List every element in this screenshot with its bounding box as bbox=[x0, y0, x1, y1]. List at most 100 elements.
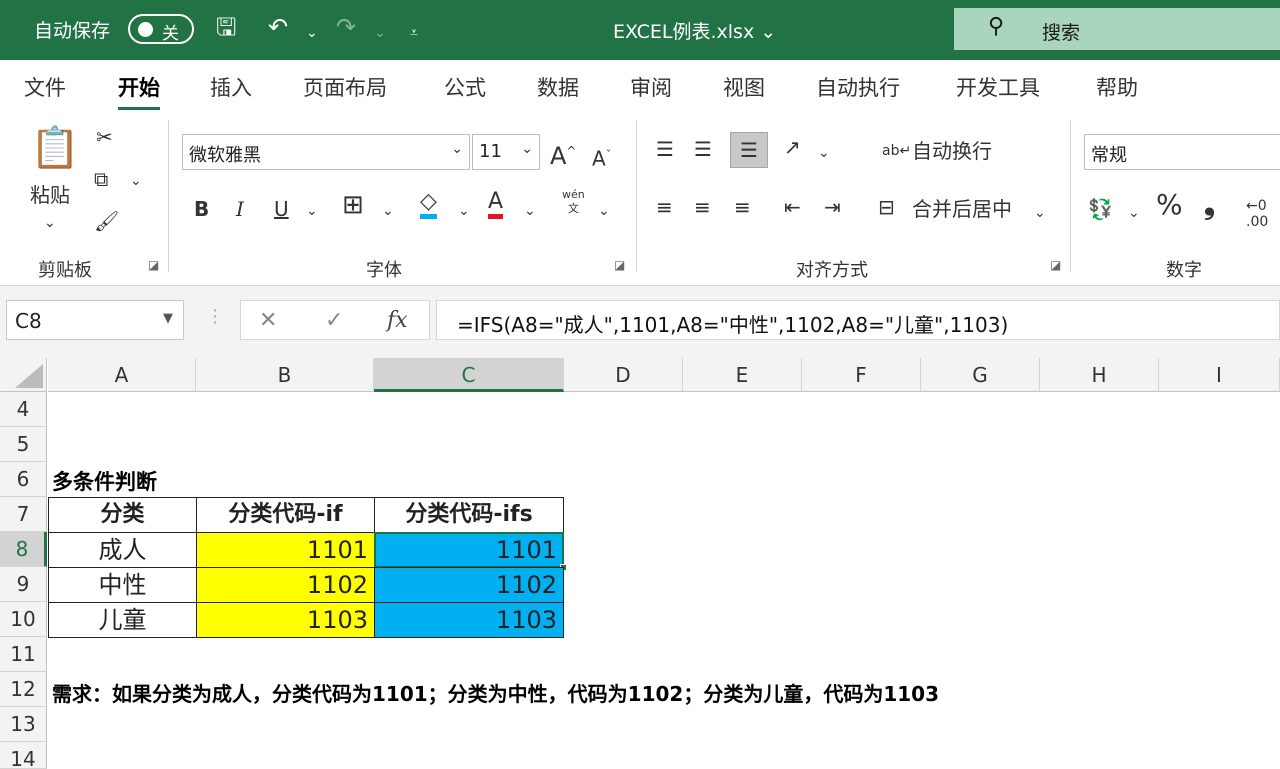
column-header-d[interactable]: D bbox=[564, 358, 683, 392]
row-header-10[interactable]: 10 bbox=[0, 602, 47, 637]
phonetic-dropdown-icon[interactable]: ⌄ bbox=[598, 198, 610, 224]
enter-icon[interactable]: ✓ bbox=[325, 308, 343, 333]
align-top-icon[interactable]: ☰ bbox=[656, 136, 674, 162]
cell-c9[interactable]: 1102 bbox=[374, 567, 564, 603]
fill-color-dropdown-icon[interactable]: ⌄ bbox=[458, 198, 470, 224]
merge-dropdown-icon[interactable]: ⌄ bbox=[1034, 200, 1046, 226]
column-header-e[interactable]: E bbox=[683, 358, 802, 392]
cell-a9[interactable]: 中性 bbox=[48, 567, 197, 603]
tab-formulas[interactable]: 公式 bbox=[444, 72, 486, 102]
file-name[interactable]: EXCEL例表.xlsx ⌄ bbox=[613, 17, 776, 44]
redo-dropdown-icon[interactable]: ⌄ bbox=[374, 18, 386, 48]
row-header-9[interactable]: 9 bbox=[0, 567, 47, 602]
table-header-ifs[interactable]: 分类代码-ifs bbox=[374, 497, 564, 533]
paste-icon[interactable]: 📋 bbox=[30, 126, 80, 170]
increase-font-icon[interactable]: A^ bbox=[550, 138, 576, 169]
row-header-12[interactable]: 12 bbox=[0, 672, 47, 707]
font-launcher-icon[interactable]: ◪ bbox=[614, 258, 625, 272]
increase-indent-icon[interactable]: ⇥ bbox=[824, 194, 841, 220]
align-left-icon[interactable]: ≡ bbox=[656, 194, 673, 220]
row-header-14[interactable]: 14 bbox=[0, 742, 47, 769]
clipboard-launcher-icon[interactable]: ◪ bbox=[148, 258, 159, 272]
wrap-text-icon[interactable]: ab↵ bbox=[882, 138, 911, 164]
search-box[interactable]: ⚲ 搜索 bbox=[954, 8, 1280, 50]
section-title[interactable]: 多条件判断 bbox=[52, 466, 157, 496]
decrease-indent-icon[interactable]: ⇤ bbox=[784, 194, 801, 220]
save-icon[interactable]: 🖫 bbox=[216, 12, 236, 42]
underline-button[interactable]: U bbox=[274, 196, 289, 222]
cell-b10[interactable]: 1103 bbox=[196, 602, 375, 638]
table-header-if[interactable]: 分类代码-if bbox=[196, 497, 375, 533]
tab-data[interactable]: 数据 bbox=[537, 72, 579, 102]
tab-developer[interactable]: 开发工具 bbox=[956, 72, 1040, 102]
select-all-button[interactable] bbox=[0, 358, 47, 392]
column-header-f[interactable]: F bbox=[802, 358, 921, 392]
merge-center-icon[interactable]: ⊟ bbox=[878, 194, 895, 220]
bold-button[interactable]: B bbox=[194, 196, 209, 222]
formula-input[interactable]: =IFS(A8="成人",1101,A8="中性",1102,A8="儿童",1… bbox=[436, 300, 1280, 340]
increase-decimal-icon[interactable]: ←0.00 bbox=[1246, 198, 1268, 230]
requirement-text[interactable]: 需求：如果分类为成人，分类代码为1101；分类为中性，代码为1102；分类为儿童… bbox=[52, 678, 939, 707]
align-middle-icon[interactable]: ☰ bbox=[694, 136, 712, 162]
row-header-11[interactable]: 11 bbox=[0, 637, 47, 672]
autosave-toggle[interactable]: 关 bbox=[128, 14, 194, 44]
wrap-text-button[interactable]: 自动换行 bbox=[912, 138, 992, 164]
cell-b8[interactable]: 1101 bbox=[196, 532, 375, 568]
borders-icon[interactable]: ⊞ bbox=[342, 192, 364, 218]
comma-style-button[interactable]: ❟ bbox=[1204, 191, 1215, 219]
cell-a8[interactable]: 成人 bbox=[48, 532, 197, 568]
accounting-dropdown-icon[interactable]: ⌄ bbox=[1128, 200, 1140, 226]
cell-c8[interactable]: 1101 bbox=[374, 532, 564, 568]
italic-button[interactable]: I bbox=[236, 196, 244, 222]
grip-icon[interactable]: ⋮ bbox=[206, 306, 224, 327]
name-box[interactable]: C8 ▼ bbox=[6, 300, 184, 340]
align-center-icon[interactable]: ≡ bbox=[694, 194, 711, 220]
column-header-c[interactable]: C bbox=[374, 358, 564, 392]
row-header-8[interactable]: 8 bbox=[0, 532, 47, 567]
table-header-category[interactable]: 分类 bbox=[48, 497, 197, 533]
tab-view[interactable]: 视图 bbox=[723, 72, 765, 102]
tab-automate[interactable]: 自动执行 bbox=[816, 72, 900, 102]
redo-icon[interactable]: ↷ bbox=[336, 12, 356, 42]
undo-dropdown-icon[interactable]: ⌄ bbox=[306, 18, 318, 48]
orientation-icon[interactable]: ↗ bbox=[784, 134, 801, 160]
font-name-select[interactable]: 微软雅黑 ⌄ bbox=[182, 134, 470, 170]
tab-home[interactable]: 开始 bbox=[118, 72, 160, 110]
column-header-i[interactable]: I bbox=[1159, 358, 1280, 392]
row-header-13[interactable]: 13 bbox=[0, 707, 47, 742]
column-header-h[interactable]: H bbox=[1040, 358, 1159, 392]
orientation-dropdown-icon[interactable]: ⌄ bbox=[818, 140, 830, 166]
column-header-a[interactable]: A bbox=[48, 358, 196, 392]
percent-button[interactable]: % bbox=[1156, 191, 1183, 219]
paste-label[interactable]: 粘贴 bbox=[30, 182, 70, 208]
font-color-dropdown-icon[interactable]: ⌄ bbox=[524, 198, 536, 224]
font-color-button[interactable]: A bbox=[488, 190, 504, 219]
decrease-font-icon[interactable]: Aˇ bbox=[592, 142, 611, 172]
column-header-b[interactable]: B bbox=[196, 358, 374, 392]
merge-center-button[interactable]: 合并后居中 bbox=[912, 196, 1012, 222]
row-header-6[interactable]: 6 bbox=[0, 462, 47, 497]
cut-icon[interactable]: ✂ bbox=[96, 124, 113, 150]
paste-dropdown-icon[interactable]: ⌄ bbox=[44, 210, 56, 236]
phonetic-guide-icon[interactable]: wén 文 bbox=[562, 188, 585, 216]
fill-color-icon[interactable]: ◇ bbox=[420, 190, 437, 219]
undo-icon[interactable]: ↶ bbox=[268, 12, 288, 42]
font-size-select[interactable]: 11 ⌄ bbox=[472, 134, 540, 170]
align-right-icon[interactable]: ≡ bbox=[734, 194, 751, 220]
customize-quick-access-icon[interactable]: ⩡ bbox=[410, 18, 418, 48]
underline-dropdown-icon[interactable]: ⌄ bbox=[306, 198, 318, 224]
row-header-4[interactable]: 4 bbox=[0, 392, 47, 427]
insert-function-icon[interactable]: fx bbox=[387, 308, 408, 333]
column-header-g[interactable]: G bbox=[921, 358, 1040, 392]
row-header-7[interactable]: 7 bbox=[0, 497, 47, 532]
tab-help[interactable]: 帮助 bbox=[1096, 72, 1138, 102]
copy-icon[interactable]: ⧉ bbox=[94, 166, 108, 192]
tab-file[interactable]: 文件 bbox=[24, 72, 66, 102]
tab-insert[interactable]: 插入 bbox=[210, 72, 252, 102]
alignment-launcher-icon[interactable]: ◪ bbox=[1050, 258, 1061, 272]
tab-review[interactable]: 审阅 bbox=[630, 72, 672, 102]
cell-c10[interactable]: 1103 bbox=[374, 602, 564, 638]
row-header-5[interactable]: 5 bbox=[0, 427, 47, 462]
cell-a10[interactable]: 儿童 bbox=[48, 602, 197, 638]
align-bottom-icon[interactable]: ☰ bbox=[730, 132, 768, 168]
